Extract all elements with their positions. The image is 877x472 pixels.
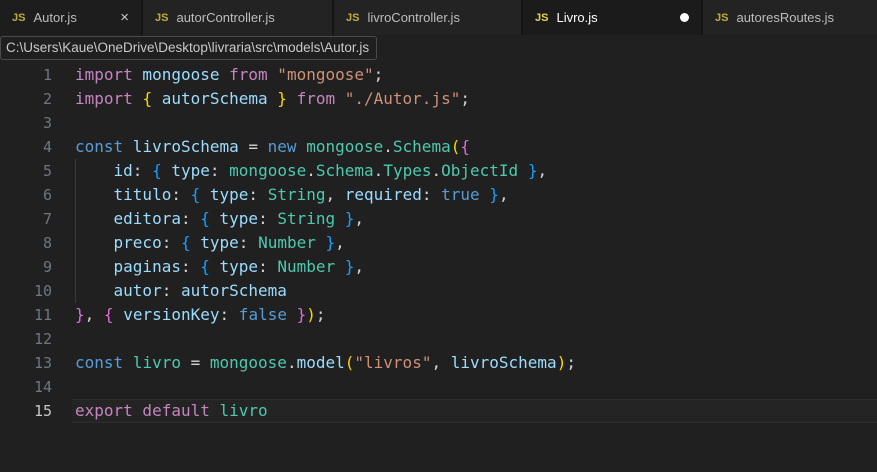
code-line[interactable]: 13 const livro = mongoose.model("livros",…: [0, 351, 877, 375]
line-number: 14: [33, 378, 52, 396]
code-line[interactable]: 5 id: { type: mongoose.Schema.Types.Obje…: [0, 159, 877, 183]
line-number: 8: [42, 234, 52, 252]
js-file-icon: JS: [346, 11, 360, 24]
tab-label: autorController.js: [176, 10, 275, 25]
code-editor[interactable]: 1 import mongoose from "mongoose"; 2 import…: [0, 35, 877, 472]
line-number: 9: [42, 258, 52, 276]
tab-label: Livro.js: [556, 10, 598, 25]
tab-label: autoresRoutes.js: [736, 10, 835, 25]
code-text: titulo: { type: String, required: true }…: [75, 185, 509, 204]
js-file-icon: JS: [715, 11, 729, 24]
code-line[interactable]: 14: [0, 375, 877, 399]
line-number: 10: [33, 282, 52, 300]
close-icon[interactable]: ×: [120, 10, 129, 25]
tab-bar: JS Autor.js × JS autorController.js JS livroCo…: [0, 0, 877, 35]
code-text: import { autorSchema } from "./Autor.js"…: [75, 89, 470, 108]
tab-autorcontroller-js[interactable]: JS autorController.js: [143, 0, 332, 35]
code-line[interactable]: 8 preco: { type: Number },: [0, 231, 877, 255]
js-file-icon: JS: [12, 11, 26, 24]
code-line[interactable]: 11 }, { versionKey: false });: [0, 303, 877, 327]
modified-indicator-dot[interactable]: [680, 13, 689, 22]
line-number: 4: [42, 138, 52, 156]
code-text: export default livro: [75, 401, 268, 420]
line-number: 3: [42, 114, 52, 132]
js-file-icon: JS: [155, 11, 169, 24]
line-number: 6: [42, 186, 52, 204]
code-line[interactable]: 12: [0, 327, 877, 351]
tab-livrocontroller-js[interactable]: JS livroController.js: [334, 0, 521, 35]
code-text: paginas: { type: Number },: [75, 257, 365, 276]
line-number: 12: [33, 330, 52, 348]
code-line[interactable]: 7 editora: { type: String },: [0, 207, 877, 231]
code-text: const livro = mongoose.model("livros", l…: [75, 353, 576, 372]
line-number: 15: [33, 402, 52, 420]
tab-label: Autor.js: [33, 10, 77, 25]
code-line[interactable]: 4 const livroSchema = new mongoose.Schema…: [0, 135, 877, 159]
code-text: autor: autorSchema: [75, 281, 287, 300]
tab-label: livroController.js: [367, 10, 460, 25]
code-line[interactable]: 1 import mongoose from "mongoose";: [0, 63, 877, 87]
file-path-tooltip: C:\Users\Kaue\OneDrive\Desktop\livraria\…: [0, 36, 378, 60]
code-rows: 1 import mongoose from "mongoose"; 2 import…: [0, 63, 877, 423]
line-number: 5: [42, 162, 52, 180]
code-text: editora: { type: String },: [75, 209, 365, 228]
line-number: 1: [42, 66, 52, 84]
tab-autor-js[interactable]: JS Autor.js ×: [0, 0, 141, 35]
code-text: const livroSchema = new mongoose.Schema(…: [75, 137, 470, 156]
tab-autoresroutes-js[interactable]: JS autoresRoutes.js: [703, 0, 877, 35]
code-text: id: { type: mongoose.Schema.Types.Object…: [75, 161, 548, 180]
line-number: 13: [33, 354, 52, 372]
code-line[interactable]: 15 export default livro: [0, 399, 877, 423]
code-text: preco: { type: Number },: [75, 233, 345, 252]
code-text: import mongoose from "mongoose";: [75, 65, 384, 84]
line-number: 2: [42, 90, 52, 108]
code-line[interactable]: 9 paginas: { type: Number },: [0, 255, 877, 279]
tab-livro-js[interactable]: JS Livro.js: [523, 0, 701, 35]
code-line[interactable]: 3: [0, 111, 877, 135]
code-text: }, { versionKey: false });: [75, 305, 326, 324]
js-file-icon: JS: [535, 11, 549, 24]
code-line[interactable]: 10 autor: autorSchema: [0, 279, 877, 303]
code-line[interactable]: 2 import { autorSchema } from "./Autor.js…: [0, 87, 877, 111]
line-number: 11: [33, 306, 52, 324]
line-number: 7: [42, 210, 52, 228]
code-line[interactable]: 6 titulo: { type: String, required: true…: [0, 183, 877, 207]
